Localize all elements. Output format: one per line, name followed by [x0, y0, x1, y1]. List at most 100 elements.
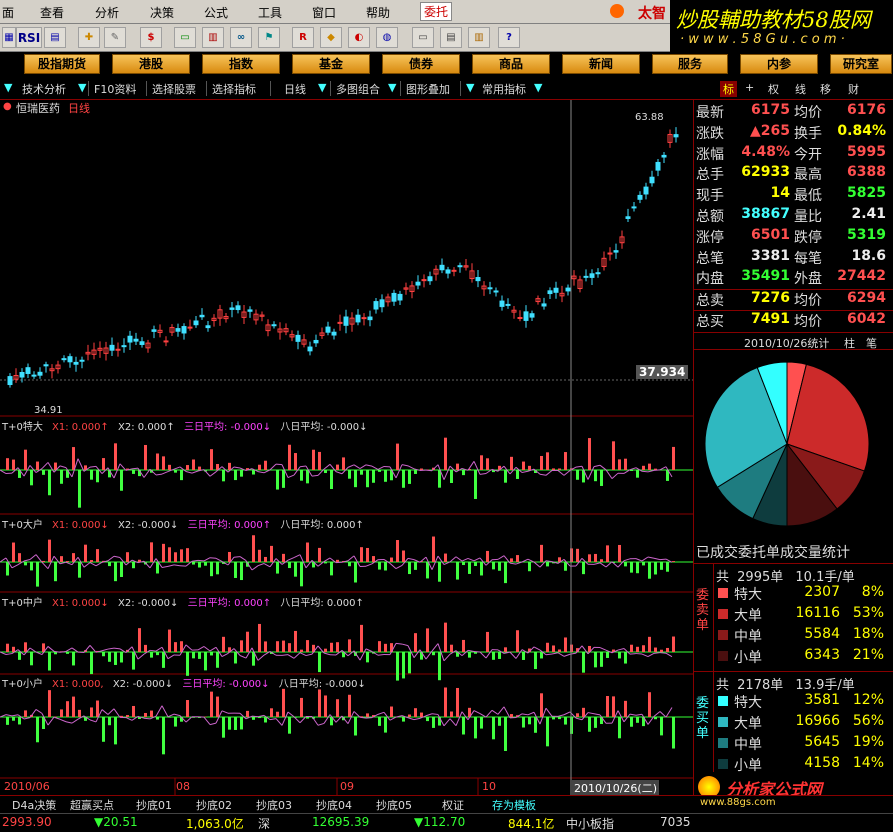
menu-item-view[interactable]: 查看: [40, 4, 64, 21]
indicator-avg-line: [557, 470, 565, 476]
kline-canvas[interactable]: [0, 100, 693, 795]
tab-move[interactable]: 移: [820, 81, 831, 97]
money-icon[interactable]: ▭: [174, 27, 196, 48]
tab-select-indicator[interactable]: 选择指标: [212, 81, 256, 97]
tab-multi-chart[interactable]: 多图组合: [336, 81, 380, 97]
entrust-button[interactable]: 委托: [420, 2, 453, 21]
indicator-avg-line: [377, 653, 385, 656]
analysis-toolbar: ▼ 技术分析 ▼ F10资料 选择股票 选择指标 日线 ▼ 多图组合 ▼ 图形叠…: [0, 78, 893, 100]
tab-bottom03[interactable]: 抄底03: [256, 797, 292, 813]
menu-item-window[interactable]: 窗口: [312, 4, 336, 21]
tab-plus[interactable]: +: [745, 81, 754, 94]
warning-icon[interactable]: ◆: [320, 27, 342, 48]
crosshair-icon[interactable]: ✚: [78, 27, 100, 48]
indicator-bar: [324, 470, 327, 474]
tab-bottom05[interactable]: 抄底05: [376, 797, 412, 813]
indicator-bar: [234, 717, 237, 730]
document-icon[interactable]: ▤: [440, 27, 462, 48]
dropdown-arrow-icon[interactable]: ▼: [4, 81, 12, 94]
indicator-bar: [108, 652, 111, 662]
indicator-bar: [402, 717, 405, 722]
tab-quote[interactable]: 标: [720, 81, 737, 97]
tab-d4a[interactable]: D4a决策: [12, 797, 56, 813]
rsi-button[interactable]: RSI: [16, 27, 42, 48]
satellite-icon[interactable]: ◍: [376, 27, 398, 48]
indicator-avg-line: [635, 558, 643, 562]
dropdown-arrow-icon[interactable]: ▼: [534, 81, 542, 94]
quote-value: 18.6: [851, 247, 886, 264]
stats-tab-bar[interactable]: 柱: [844, 335, 855, 351]
tab-bottom02[interactable]: 抄底02: [196, 797, 232, 813]
chart-icon[interactable]: ▥: [202, 27, 224, 48]
indicator-avg-line: [539, 473, 547, 476]
indicator-bar: [378, 470, 381, 472]
filter-icon[interactable]: ⚑: [258, 27, 280, 48]
tab-rights[interactable]: 权: [768, 81, 779, 97]
chart-area[interactable]: ● 恒瑞医药 日线 63.88 34.91 37.934 T+0特大 X1: 0…: [0, 100, 693, 796]
nav-funds[interactable]: 基金: [292, 54, 370, 74]
order-size-name: 小单: [734, 650, 762, 666]
tab-bottom04[interactable]: 抄底04: [316, 797, 352, 813]
quote-label: 最新: [696, 105, 724, 121]
table-icon[interactable]: ▤: [44, 27, 66, 48]
tab-finance[interactable]: 财: [848, 81, 859, 97]
nav-insider[interactable]: 内参: [740, 54, 818, 74]
dropdown-arrow-icon[interactable]: ▼: [388, 81, 396, 94]
menu-item-help[interactable]: 帮助: [366, 4, 390, 21]
tab-bottom01[interactable]: 抄底01: [136, 797, 172, 813]
nav-commodities[interactable]: 商品: [472, 54, 550, 74]
save-template-button[interactable]: 存为模板: [492, 797, 536, 813]
strategy-icon[interactable]: ◐: [348, 27, 370, 48]
tab-select-stock[interactable]: 选择股票: [152, 81, 196, 97]
tab-overlay[interactable]: 图形叠加: [406, 81, 450, 97]
rsi-alt-icon[interactable]: R: [292, 27, 314, 48]
tab-daily[interactable]: 日线: [284, 81, 306, 97]
indicator-bar: [264, 556, 267, 562]
tab-super-buy[interactable]: 超赢买点: [70, 797, 114, 813]
indicator-bar: [186, 700, 189, 717]
nav-research[interactable]: 研究室: [830, 54, 892, 74]
nav-bonds[interactable]: 债券: [382, 54, 460, 74]
menu-item-analysis[interactable]: 分析: [95, 4, 119, 21]
toolbar-grid-icon[interactable]: ▦: [2, 27, 16, 48]
ruler-icon[interactable]: ✎: [104, 27, 126, 48]
indicator-bar: [96, 700, 99, 717]
indicator-bar: [618, 717, 621, 739]
nav-news[interactable]: 新闻: [562, 54, 640, 74]
menu-item-decision[interactable]: 决策: [150, 4, 174, 21]
books-icon[interactable]: ▥: [468, 27, 490, 48]
dollar-icon[interactable]: $: [140, 27, 162, 48]
nav-index-futures[interactable]: 股指期货: [24, 54, 100, 74]
tab-warrant[interactable]: 权证: [442, 797, 464, 813]
indicator-bar: [168, 464, 171, 470]
nav-hk-stocks[interactable]: 港股: [112, 54, 190, 74]
menu-item-formula[interactable]: 公式: [204, 4, 228, 21]
order-size-pct: 14%: [852, 755, 884, 771]
dropdown-arrow-icon[interactable]: ▼: [466, 81, 474, 94]
sz-label: 深: [258, 817, 271, 831]
help-pointer-icon[interactable]: ?: [498, 27, 520, 48]
menu-item-view-partial[interactable]: 面: [2, 4, 14, 21]
nav-indices[interactable]: 指数: [202, 54, 280, 74]
dropdown-arrow-icon[interactable]: ▼: [318, 81, 326, 94]
dropdown-arrow-icon[interactable]: ▼: [78, 81, 86, 94]
indicator-bar: [240, 470, 243, 477]
candle-body: [541, 303, 547, 307]
indicator-avg-line: [653, 557, 661, 561]
stats-tab-count[interactable]: 笔: [866, 335, 877, 351]
menu-item-tools[interactable]: 工具: [258, 4, 282, 21]
tab-line[interactable]: 线: [795, 81, 806, 97]
binoculars-icon[interactable]: ∞: [230, 27, 252, 48]
quote-label: 内盘: [696, 271, 724, 288]
candle-body: [247, 309, 253, 312]
indicator-bar: [492, 717, 495, 740]
tab-f10[interactable]: F10资料: [94, 81, 136, 97]
window-icon[interactable]: ▭: [412, 27, 434, 48]
tab-common-indicators[interactable]: 常用指标: [482, 81, 526, 97]
tab-technical-analysis[interactable]: 技术分析: [22, 81, 66, 97]
order-size-pct: 18%: [852, 626, 884, 642]
indicator-bar: [468, 652, 471, 658]
indicator-bar: [114, 443, 117, 470]
order-size-volume: 5645: [804, 734, 840, 750]
nav-services[interactable]: 服务: [652, 54, 728, 74]
